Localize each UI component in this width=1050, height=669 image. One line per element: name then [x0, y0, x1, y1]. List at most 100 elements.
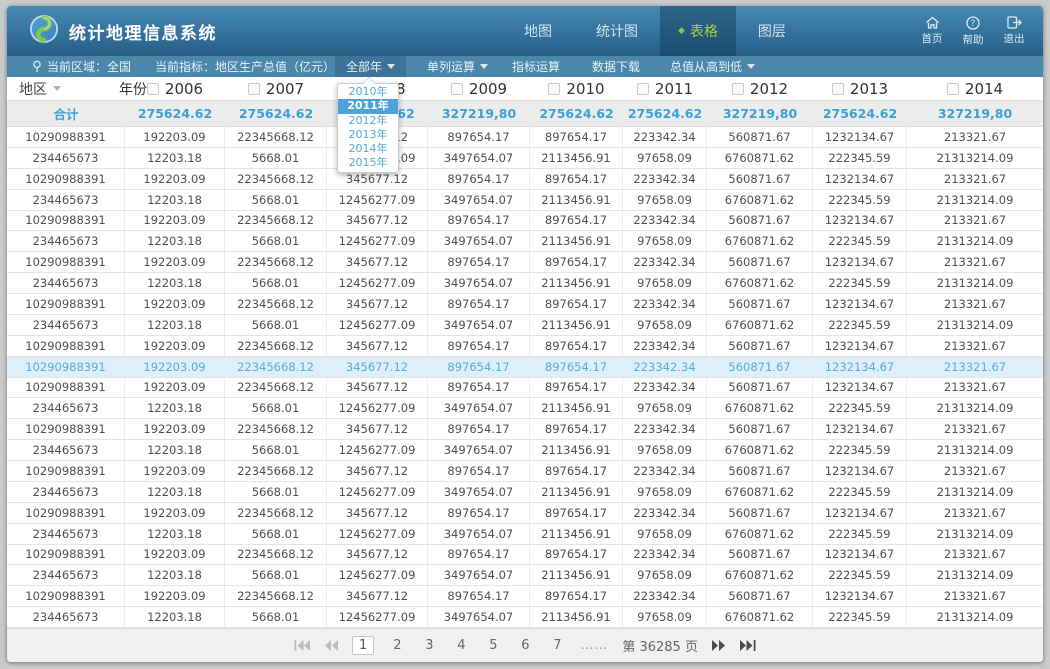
table-cell: 1232134.67: [813, 461, 907, 481]
table-cell: 213321.67: [907, 378, 1043, 398]
page-number[interactable]: 2: [388, 636, 406, 655]
year-checkbox[interactable]: [947, 83, 959, 95]
table-row[interactable]: 23446567312203.185668.0112456277.0934976…: [7, 482, 1043, 503]
table-row[interactable]: 10290988391192203.0922345668.12345677.12…: [7, 461, 1043, 482]
table-row[interactable]: 23446567312203.185668.0112456277.0934976…: [7, 315, 1043, 336]
table-row[interactable]: 10290988391192203.0922345668.12345677.12…: [7, 211, 1043, 232]
table-cell: 560871.67: [707, 545, 813, 565]
table-cell: 897654.17: [530, 503, 623, 523]
toolbar-menu-download[interactable]: 数据下载: [592, 56, 640, 77]
year-option[interactable]: 2014年: [338, 142, 398, 156]
table-row[interactable]: 23446567312203.185668.0112456277.0934976…: [7, 231, 1043, 252]
toolbar-menu-indicator-ops[interactable]: 指标运算: [512, 56, 560, 77]
table-row[interactable]: 23446567312203.185668.0112456277.0934976…: [7, 524, 1043, 545]
table-cell: 192203.09: [125, 419, 225, 439]
total-value-cell: 327219,80: [707, 106, 813, 121]
table-header-row: 地区 年份 2006200720082009201020112012201320…: [7, 77, 1043, 101]
table-cell: 2113456.91: [530, 482, 623, 502]
previous-page-icon: [324, 640, 338, 651]
table-cell: 192203.09: [125, 461, 225, 481]
chevron-down-icon: [53, 86, 61, 91]
year-checkbox[interactable]: [832, 83, 844, 95]
table-row[interactable]: 10290988391192203.0922345668.12345677.12…: [7, 545, 1043, 566]
table-row[interactable]: 23446567312203.185668.0112456277.0934976…: [7, 565, 1043, 586]
help-button[interactable]: ?帮助: [960, 16, 986, 47]
year-option[interactable]: 2015年: [338, 156, 398, 170]
table-row[interactable]: 10290988391192203.0922345668.12345677.12…: [7, 586, 1043, 607]
logout-button[interactable]: 退出: [1001, 16, 1027, 46]
table-row[interactable]: 10290988391192203.0922345668.12345677.12…: [7, 127, 1043, 148]
next-page-button[interactable]: [712, 640, 726, 651]
table-row[interactable]: 10290988391192203.0922345668.12345677.12…: [7, 378, 1043, 399]
table-row[interactable]: 10290988391192203.0922345668.12345677.12…: [7, 294, 1043, 315]
year-checkbox[interactable]: [147, 83, 159, 95]
year-option[interactable]: 2010年: [338, 85, 398, 99]
table-row[interactable]: 10290988391192203.0922345668.12345677.12…: [7, 503, 1043, 524]
table-row[interactable]: 23446567312203.185668.0112456277.0934976…: [7, 273, 1043, 294]
table-cell: 12456277.09: [327, 398, 428, 418]
nav-tab-chart[interactable]: 统计图: [574, 6, 660, 56]
home-button[interactable]: 首页: [919, 16, 945, 46]
table-cell: 3497654.07: [428, 273, 530, 293]
last-page-button[interactable]: [740, 640, 756, 651]
table-cell: 12203.18: [125, 231, 225, 251]
table-cell: 345677.12: [327, 336, 428, 356]
total-value-cell: 327219,80: [907, 106, 1043, 121]
page-number[interactable]: 4: [452, 636, 470, 655]
page-number[interactable]: 7: [548, 636, 566, 655]
table-row[interactable]: 10290988391192203.0922345668.12345677.12…: [7, 419, 1043, 440]
year-option[interactable]: 2012年: [338, 114, 398, 128]
table-cell: 223342.34: [623, 545, 707, 565]
region-column-header[interactable]: 地区: [7, 79, 125, 99]
table-cell: 897654.17: [530, 336, 623, 356]
table-cell: 10290988391: [7, 461, 125, 481]
year-filter-button[interactable]: 全部年: [335, 56, 406, 77]
nav-tab-table[interactable]: ◆表格: [660, 6, 736, 56]
table-row[interactable]: 23446567312203.185668.0112456277.0934976…: [7, 440, 1043, 461]
table-cell: 97658.09: [623, 607, 707, 627]
table-cell: 897654.17: [428, 545, 530, 565]
table-row[interactable]: 23446567312203.185668.0112456277.0934976…: [7, 148, 1043, 169]
page-number[interactable]: 6: [516, 636, 534, 655]
table-cell: 223342.34: [623, 586, 707, 606]
first-page-button[interactable]: [294, 640, 310, 651]
year-checkbox[interactable]: [248, 83, 260, 95]
year-option[interactable]: 2013年: [338, 128, 398, 142]
table-cell: 223342.34: [623, 127, 707, 147]
table-cell: 12456277.09: [327, 482, 428, 502]
year-checkbox[interactable]: [637, 83, 649, 95]
table-cell: 213321.67: [907, 357, 1043, 377]
table-row[interactable]: 23446567312203.185668.0112456277.0934976…: [7, 607, 1043, 628]
total-value-cell: 275624.62: [623, 106, 707, 121]
nav-tab-layers[interactable]: 图层: [736, 6, 808, 56]
table-cell: 213321.67: [907, 252, 1043, 272]
table-cell: 22345668.12: [225, 545, 327, 565]
table-row[interactable]: 10290988391192203.0922345668.12345677.12…: [7, 252, 1043, 273]
nav-tab-map[interactable]: 地图: [502, 6, 574, 56]
toolbar-menu-label: 数据下载: [592, 58, 640, 75]
page-number-current[interactable]: 1: [352, 636, 374, 655]
home-icon: [925, 16, 940, 29]
year-checkbox[interactable]: [732, 83, 744, 95]
help-icon: ?: [966, 16, 980, 30]
table-row[interactable]: 23446567312203.185668.0112456277.0934976…: [7, 398, 1043, 419]
year-option-selected[interactable]: 2011年: [338, 99, 398, 113]
year-checkbox[interactable]: [548, 83, 560, 95]
table-row[interactable]: 10290988391192203.0922345668.12345677.12…: [7, 169, 1043, 190]
toolbar-menu-sort-order[interactable]: 总值从高到低: [670, 56, 755, 77]
table-cell: 97658.09: [623, 190, 707, 210]
table-cell: 3497654.07: [428, 440, 530, 460]
table-cell: 21313214.09: [907, 565, 1043, 585]
table-cell: 897654.17: [428, 127, 530, 147]
toolbar-menu-column-ops[interactable]: 单列运算: [427, 56, 488, 77]
page-number[interactable]: 5: [484, 636, 502, 655]
table-row-selected[interactable]: 10290988391192203.0922345668.12345677.12…: [7, 357, 1043, 378]
previous-page-button[interactable]: [324, 640, 338, 651]
year-checkbox[interactable]: [451, 83, 463, 95]
table-row[interactable]: 23446567312203.185668.0112456277.0934976…: [7, 190, 1043, 211]
table-cell: 2113456.91: [530, 565, 623, 585]
table-cell: 222345.59: [813, 440, 907, 460]
table-row[interactable]: 10290988391192203.0922345668.12345677.12…: [7, 336, 1043, 357]
table-cell: 5668.01: [225, 482, 327, 502]
page-number[interactable]: 3: [420, 636, 438, 655]
